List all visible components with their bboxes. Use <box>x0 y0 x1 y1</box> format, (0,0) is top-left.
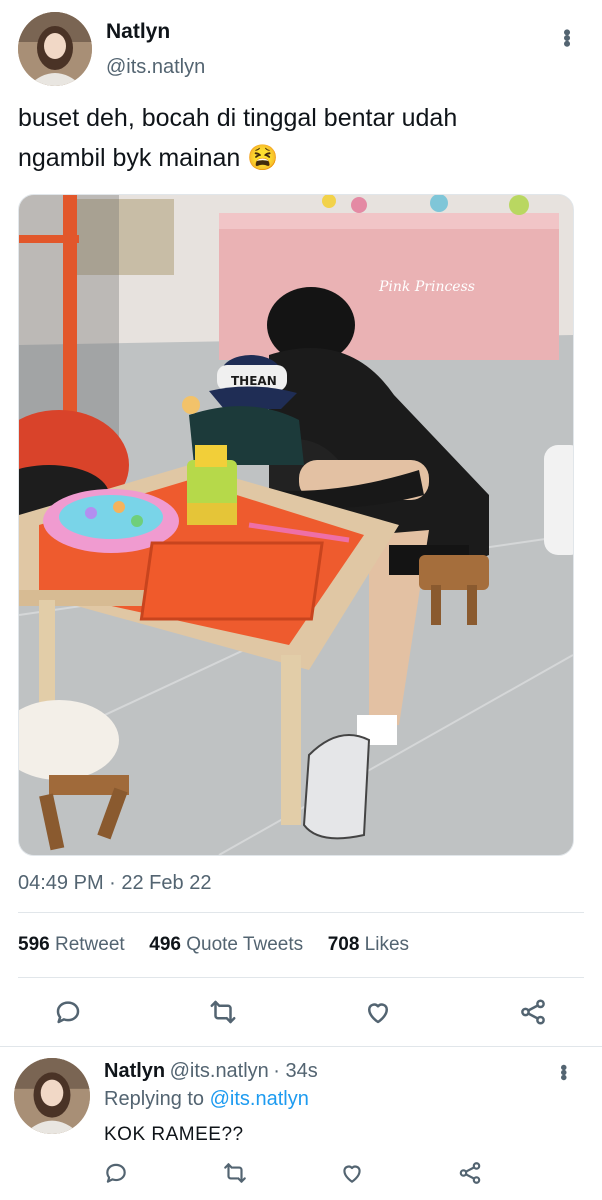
retweet-button[interactable] <box>208 997 238 1032</box>
replying-to: Replying to @its.natlyn <box>104 1088 309 1111</box>
retweet-count: 596 <box>18 934 50 955</box>
reply-author-handle[interactable]: @its.natlyn <box>170 1060 269 1082</box>
author-name[interactable]: Natlyn <box>106 20 170 44</box>
retweet-icon <box>210 1000 236 1024</box>
like-label: Likes <box>364 934 410 955</box>
reply-time[interactable]: · 34s <box>273 1060 317 1082</box>
tweet-timestamp[interactable]: 04:49 PM · 22 Feb 22 <box>18 872 211 895</box>
tweet-text-line2: ngambil byk mainan 😫 <box>18 144 279 172</box>
heart-icon <box>343 1165 361 1183</box>
like-button[interactable] <box>363 997 393 1032</box>
quote-label: Quote Tweets <box>186 934 304 955</box>
reply-retweet-button[interactable] <box>222 1160 248 1191</box>
retweet-stat[interactable]: 596 Retweet <box>18 934 125 955</box>
tweet-photo[interactable]: Pink Princess THEAN <box>18 194 574 856</box>
retweet-icon <box>224 1163 246 1183</box>
reply-author-name[interactable]: Natlyn <box>104 1060 165 1082</box>
photo-scene: Pink Princess THEAN <box>19 195 573 855</box>
replying-handle-link[interactable]: @its.natlyn <box>210 1088 309 1110</box>
reply-header: Natlyn @its.natlyn · 34s <box>104 1060 318 1083</box>
divider-top <box>18 912 584 913</box>
author-avatar[interactable] <box>18 12 92 86</box>
reply-button[interactable] <box>53 997 83 1032</box>
divider-middle <box>18 977 584 978</box>
like-count: 708 <box>327 934 360 955</box>
like-stat[interactable]: 708 Likes <box>328 934 409 955</box>
share-icon <box>521 999 545 1025</box>
tweet-text-line1: buset deh, bocah di tinggal bentar udah <box>18 104 458 132</box>
share-button[interactable] <box>518 997 548 1032</box>
share-icon <box>459 1162 481 1184</box>
avatar-image <box>18 12 92 86</box>
tweet-stats: 596 Retweet 496 Quote Tweets 708 Likes <box>18 934 409 956</box>
reply-like-button[interactable] <box>339 1160 365 1191</box>
reply-icon <box>56 1001 80 1024</box>
tweet-text: buset deh, bocah di tinggal bentar udah … <box>18 98 588 178</box>
hat-text: THEAN <box>231 374 277 388</box>
more-vertical-icon[interactable]: ••• <box>554 28 580 45</box>
reply-more-icon[interactable]: ••• <box>551 1064 574 1079</box>
quote-count: 496 <box>149 934 181 955</box>
reply-text: KOK RAMEE?? <box>104 1124 244 1145</box>
replying-prefix: Replying to <box>104 1088 205 1110</box>
photo-banner-text: Pink Princess <box>378 279 475 295</box>
quote-stat[interactable]: 496 Quote Tweets <box>149 934 303 955</box>
heart-icon <box>368 1003 388 1024</box>
reply-icon <box>106 1163 126 1183</box>
divider-bottom <box>0 1046 602 1047</box>
retweet-label: Retweet <box>54 934 125 955</box>
reply-avatar-image <box>14 1058 90 1134</box>
reply-reply-button[interactable] <box>103 1160 129 1191</box>
reply-share-button[interactable] <box>457 1160 483 1191</box>
author-handle[interactable]: @its.natlyn <box>106 56 205 79</box>
reply-author-avatar[interactable] <box>14 1058 90 1134</box>
